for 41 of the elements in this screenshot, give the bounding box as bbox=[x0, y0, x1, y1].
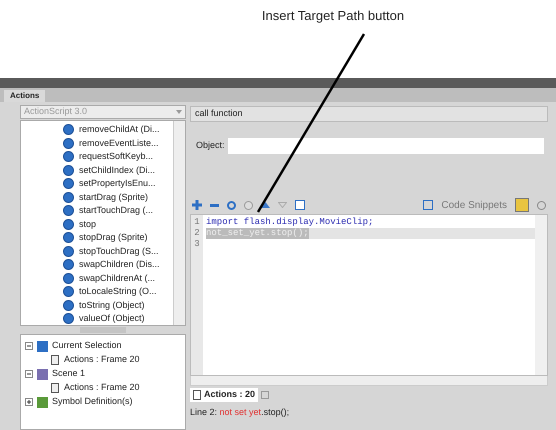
collapse-icon[interactable] bbox=[25, 342, 33, 350]
script-tab[interactable]: Actions : 20 bbox=[190, 388, 258, 402]
code-line: import flash.display.MovieClip; bbox=[206, 217, 374, 228]
panel-tab[interactable]: Actions bbox=[4, 90, 46, 102]
toolbox-item[interactable]: removeEventListe... bbox=[79, 136, 159, 150]
toolbox-item[interactable]: toString (Object) bbox=[79, 298, 145, 312]
frame-icon bbox=[193, 390, 201, 400]
navigator-item[interactable]: Symbol Definition(s) bbox=[52, 395, 133, 409]
navigator-item[interactable]: Actions : Frame 20 bbox=[64, 353, 140, 367]
toolbox-item[interactable]: toLocaleString (O... bbox=[79, 285, 157, 298]
expand-icon[interactable] bbox=[25, 398, 33, 406]
toolbox-item[interactable]: setPropertyIsEnu... bbox=[79, 177, 156, 190]
toolbox-item[interactable]: swapChildren (Dis... bbox=[79, 258, 160, 272]
toolbox-item[interactable]: swapChildrenAt (... bbox=[79, 272, 156, 285]
navigator-item[interactable]: Current Selection bbox=[52, 339, 122, 353]
collapse-icon[interactable] bbox=[25, 370, 33, 378]
toolbox-item[interactable]: stopTouchDrag (S... bbox=[79, 244, 159, 258]
toolbox-item[interactable]: stopDrag (Sprite) bbox=[79, 231, 148, 244]
object-label: Object: bbox=[196, 139, 225, 152]
minus-icon[interactable] bbox=[210, 204, 219, 206]
toolbox-item[interactable]: requestSoftKeyb... bbox=[79, 150, 154, 164]
object-field[interactable] bbox=[228, 138, 544, 154]
status-line: Line 2: not set yet.stop(); bbox=[190, 407, 290, 417]
line-number: 3 bbox=[194, 239, 200, 250]
caret-icon bbox=[176, 110, 182, 114]
assist-title: call function bbox=[195, 107, 243, 120]
up-arrow-icon[interactable] bbox=[261, 202, 270, 208]
toolbox-item[interactable]: startDrag (Sprite) bbox=[79, 190, 148, 204]
frame-icon bbox=[51, 355, 59, 365]
line-number: 1 bbox=[194, 217, 200, 228]
toolbox-item[interactable]: setChildIndex (Di... bbox=[79, 164, 156, 177]
line-number: 2 bbox=[194, 228, 200, 239]
navigator-item[interactable]: Scene 1 bbox=[52, 367, 86, 381]
add-icon[interactable] bbox=[192, 200, 202, 210]
toolbox-item[interactable]: valueOf (Object) bbox=[79, 312, 145, 325]
toolbox-item[interactable]: removeChildAt (Di... bbox=[79, 123, 160, 136]
frame-icon bbox=[51, 383, 59, 393]
annotation-label: Insert Target Path button bbox=[262, 7, 404, 24]
toolbox-item[interactable]: stop bbox=[79, 218, 96, 231]
toolbox-item[interactable]: startTouchDrag (... bbox=[79, 204, 154, 218]
navigator-item[interactable]: Actions : Frame 20 bbox=[64, 381, 140, 395]
